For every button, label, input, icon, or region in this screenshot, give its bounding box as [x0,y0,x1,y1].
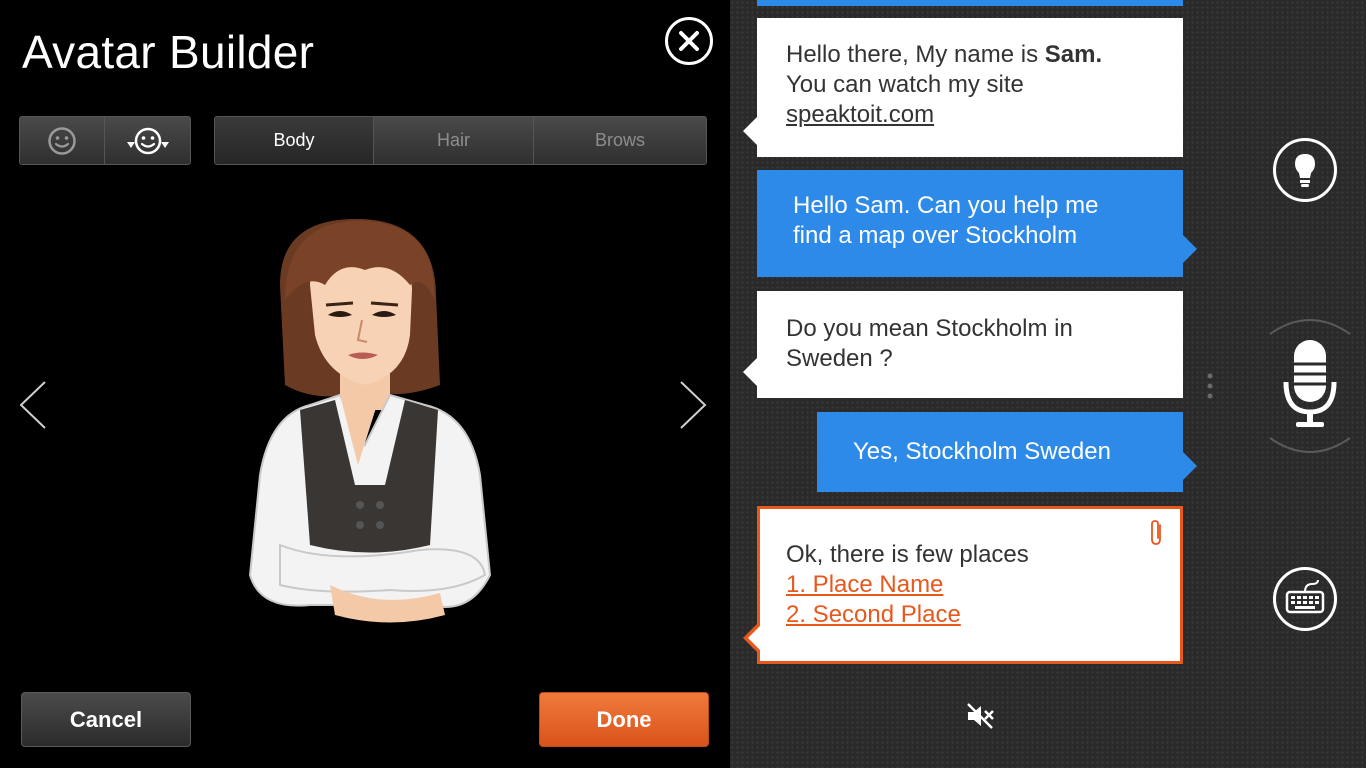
more-options-icon[interactable] [1206,372,1214,402]
done-button[interactable]: Done [539,692,709,747]
microphone-icon [1269,319,1351,453]
face-mode-selector [19,116,191,165]
paperclip-icon[interactable] [1148,519,1166,547]
message-line: Do you mean Stockholm in [786,315,1073,342]
face-variant-button[interactable] [105,117,190,164]
bubble-tail [1183,235,1197,263]
avatar-preview [248,218,492,623]
user-message: Hello Sam. Can you help me find a map ov… [757,170,1197,277]
place-link[interactable]: 1. Place Name [786,570,1154,600]
smiley-face-icon [48,126,76,155]
category-tabs: Body Hair Brows [214,116,707,165]
mute-button[interactable] [964,700,996,732]
close-icon [679,31,699,51]
message-line: Sweden ? [786,345,893,372]
bubble-tail-inner [748,626,760,650]
bubble-tail [743,358,757,386]
chevron-right-icon [680,381,707,429]
face-dropdown-icon [126,127,169,154]
tab-body[interactable]: Body [215,117,374,164]
assistant-message: Hello there, My name is Sam. You can wat… [743,18,1183,157]
message-line: You can watch my site [786,71,1024,98]
previous-message-edge [757,0,1183,6]
assistant-name: Sam. [1044,41,1103,68]
microphone-button[interactable] [1262,312,1358,460]
message-line: Hello there, My name is Sam. [786,40,1154,70]
chat-panel: Hello there, My name is Sam. You can wat… [730,0,1366,768]
suggestions-button[interactable] [1273,138,1337,202]
tab-hair[interactable]: Hair [374,117,534,164]
assistant-message-highlighted: Ok, there is few places 1. Place Name 2.… [743,506,1183,664]
bubble-tail [743,117,757,145]
previous-button[interactable] [18,380,48,430]
site-link[interactable]: speaktoit.com [786,100,1154,130]
message-text: Hello there, My name is [786,41,1045,68]
keyboard-button[interactable] [1273,567,1337,631]
lightbulb-icon [1295,154,1315,187]
mute-icon [967,703,994,729]
bubble-tail [1183,452,1197,480]
keyboard-icon [1285,579,1325,614]
page-title: Avatar Builder [22,26,315,78]
tab-brows[interactable]: Brows [534,117,706,164]
next-button[interactable] [678,380,708,430]
close-button[interactable] [665,17,713,65]
face-mode-button[interactable] [20,117,105,164]
chevron-left-icon [19,381,46,429]
cancel-button[interactable]: Cancel [21,692,191,747]
message-line: Hello Sam. Can you help me [793,192,1099,219]
message-line: find a map over Stockholm [793,222,1078,249]
user-message: Yes, Stockholm Sweden [817,412,1197,492]
assistant-message: Do you mean Stockholm in Sweden ? [743,291,1183,398]
avatar-builder-panel: Avatar Builder Body Hair Brows Cancel Do… [0,0,730,768]
message-line: Yes, Stockholm Sweden [853,438,1111,465]
place-link[interactable]: 2. Second Place [786,600,1154,630]
message-line: Ok, there is few places [786,541,1029,568]
